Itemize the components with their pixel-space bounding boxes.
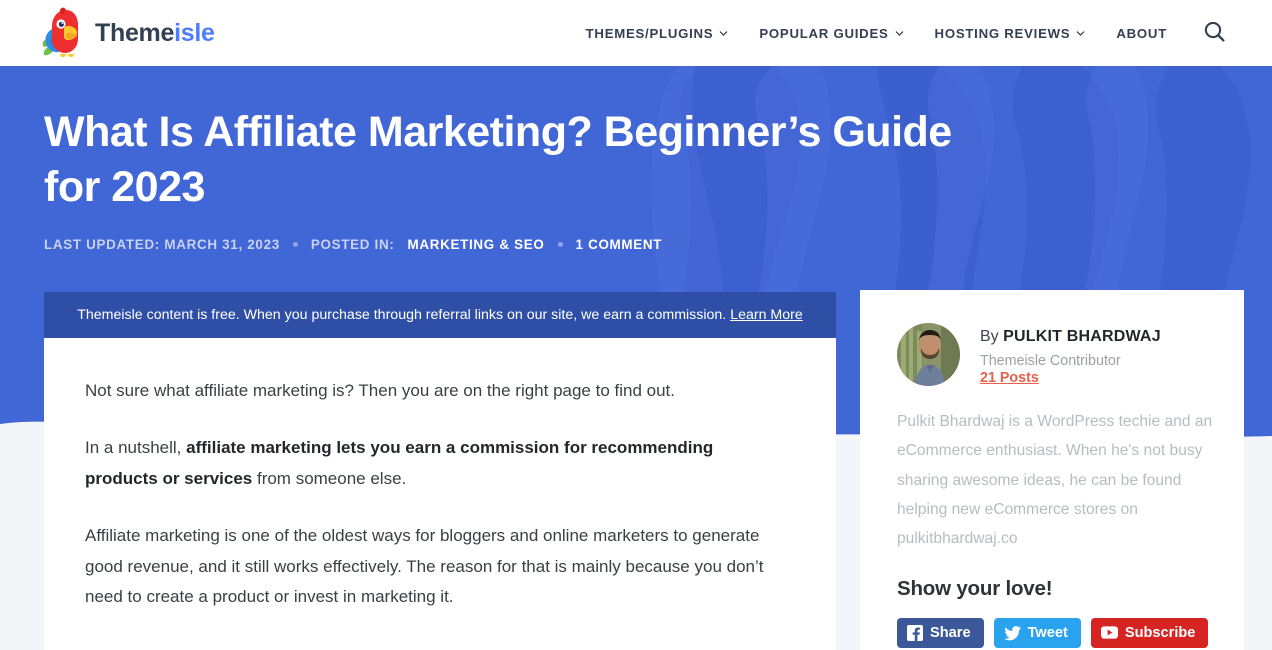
meta-separator-dot	[557, 242, 563, 248]
author-header: By PULKIT BHARDWAJ Themeisle Contributor…	[897, 323, 1215, 387]
nav-label: THEMES/PLUGINS	[585, 25, 714, 41]
nav-label: ABOUT	[1116, 25, 1167, 41]
chevron-down-icon	[895, 29, 904, 38]
social-share-row: Share Tweet Subscribe	[897, 617, 1215, 648]
by-label: By	[980, 328, 999, 345]
search-button[interactable]	[1198, 15, 1231, 51]
twitter-tweet-button[interactable]: Tweet	[993, 617, 1081, 648]
learn-more-link[interactable]: Learn More	[730, 307, 803, 323]
paragraph-text: In a nutshell,	[85, 438, 187, 458]
author-name: By PULKIT BHARDWAJ	[980, 327, 1161, 347]
youtube-subscribe-label: Subscribe	[1124, 624, 1196, 641]
comments-link[interactable]: 1 COMMENT	[576, 237, 663, 252]
nav-item-popular-guides[interactable]: POPULAR GUIDES	[759, 26, 903, 41]
author-name-value: PULKIT BHARDWAJ	[1003, 328, 1161, 345]
article-paragraph-2: In a nutshell, affiliate marketing lets …	[85, 433, 780, 494]
twitter-icon	[1003, 625, 1021, 641]
youtube-subscribe-button[interactable]: Subscribe	[1090, 617, 1209, 648]
brand-text: Themeisle	[95, 19, 215, 48]
disclosure-text: Themeisle content is free. When you purc…	[77, 306, 803, 324]
article-body: Not sure what affiliate marketing is? Th…	[44, 338, 836, 613]
article-card: Themeisle content is free. When you purc…	[44, 292, 836, 650]
disclosure-body: Themeisle content is free. When you purc…	[77, 306, 727, 323]
paragraph-text: Affiliate marketing is one of the oldest…	[85, 526, 764, 607]
twitter-tweet-label: Tweet	[1027, 624, 1068, 641]
author-role: Themeisle Contributor	[980, 353, 1121, 369]
author-meta: By PULKIT BHARDWAJ Themeisle Contributor…	[980, 323, 1161, 387]
nav-item-themes-plugins[interactable]: THEMES/PLUGINS	[586, 26, 729, 41]
page-root: Themeisle THEMES/PLUGINS POPULAR GUIDES …	[0, 0, 1272, 650]
brand-text-dark: Theme	[95, 18, 175, 47]
nav-item-hosting-reviews[interactable]: HOSTING REVIEWS	[935, 26, 1086, 41]
chevron-down-icon	[1076, 29, 1085, 38]
avatar	[897, 323, 960, 386]
facebook-share-button[interactable]: Share	[897, 617, 984, 648]
search-icon	[1202, 19, 1227, 47]
brand-text-accent: isle	[174, 18, 215, 47]
nav-label: HOSTING REVIEWS	[934, 25, 1071, 41]
article-paragraph-1: Not sure what affiliate marketing is? Th…	[85, 376, 780, 406]
author-bio: Pulkit Bhardwaj is a WordPress techie an…	[897, 413, 1213, 548]
site-logo[interactable]: Themeisle	[42, 7, 215, 59]
article-paragraph-3: Affiliate marketing is one of the oldest…	[85, 521, 780, 612]
author-posts-count[interactable]: 21 Posts	[980, 370, 1039, 386]
last-updated-text: LAST UPDATED: MARCH 31, 2023	[44, 237, 280, 253]
paragraph-text: Not sure what affiliate marketing is? Th…	[85, 381, 676, 400]
affiliate-disclosure-banner: Themeisle content is free. When you purc…	[44, 292, 836, 338]
posted-in-label: POSTED IN:	[310, 237, 395, 253]
chevron-down-icon	[719, 29, 728, 38]
category-link[interactable]: MARKETING & SEO	[408, 237, 545, 252]
page-title: What Is Affiliate Marketing? Beginner’s …	[44, 108, 952, 211]
facebook-share-label: Share	[930, 624, 971, 641]
meta-separator-dot	[292, 242, 298, 248]
post-meta: LAST UPDATED: MARCH 31, 2023 POSTED IN: …	[44, 237, 1272, 252]
author-sidebar: By PULKIT BHARDWAJ Themeisle Contributor…	[860, 290, 1244, 650]
paragraph-text: from someone else.	[252, 468, 407, 488]
share-section-title: Show your love!	[897, 576, 1053, 600]
parrot-logo-icon	[42, 7, 88, 59]
nav-item-about[interactable]: ABOUT	[1116, 26, 1167, 41]
hero-content: What Is Affiliate Marketing? Beginner’s …	[0, 66, 1272, 252]
facebook-icon	[907, 624, 923, 641]
nav-label: POPULAR GUIDES	[759, 25, 889, 41]
site-header: Themeisle THEMES/PLUGINS POPULAR GUIDES …	[0, 0, 1272, 66]
youtube-icon	[1100, 626, 1118, 639]
main-navigation: THEMES/PLUGINS POPULAR GUIDES HOSTING RE…	[586, 15, 1272, 51]
